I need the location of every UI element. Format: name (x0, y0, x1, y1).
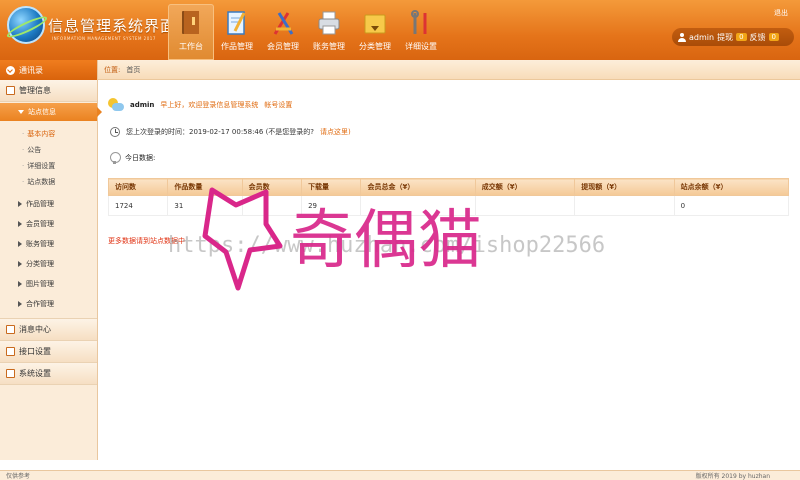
arrow-circle-icon (6, 65, 15, 75)
last-login-text: 您上次登录的时间：2019-02-17 00:58:46 (不是您登录的? (126, 128, 315, 136)
sidebar-leaf-notice[interactable]: 公告 (0, 142, 97, 158)
sidebar-section-messages[interactable]: 消息中心 (0, 319, 97, 341)
sidebar-group-partners[interactable]: 合作管理 (0, 294, 97, 314)
not-me-link[interactable]: 请点这里) (320, 127, 351, 137)
more-data-link[interactable]: 更多数据请到站点数据中 (108, 236, 185, 246)
username[interactable]: admin (689, 33, 714, 42)
footer: 仅供参考 版权所有 2019 by huzhan (0, 470, 800, 480)
column-header: 会员数 (241, 178, 303, 196)
table-cell: 31 (167, 195, 243, 216)
breadcrumb-home[interactable]: 首页 (126, 65, 140, 75)
sidebar-submenu: 站点信息 基本内容 公告 详细设置 站点数据 作品管理 会员管理 账务管理 分类… (0, 103, 102, 319)
logout-link[interactable]: 退出 (774, 8, 788, 18)
footer-left: 仅供参考 (6, 473, 31, 480)
withdraw-count-badge: 0 (736, 33, 747, 41)
table-cell (574, 195, 675, 216)
sidebar-group-works[interactable]: 作品管理 (0, 194, 97, 214)
sidebar-leaf-detail[interactable]: 详细设置 (0, 158, 97, 174)
column-header: 站点余额（¥） (673, 178, 790, 196)
sidebar-section-manage-info[interactable]: 管理信息 (0, 80, 97, 102)
today-data-row: 今日数据: (110, 152, 155, 164)
caret-right-icon (18, 241, 22, 247)
printer-icon (318, 11, 340, 35)
table-row: 1724 31 29 0 (107, 195, 790, 216)
sidebar-group-images[interactable]: 图片管理 (0, 274, 97, 294)
welcome-row: admin 早上好，欢迎登录信息管理系统 帐号设置 (108, 98, 292, 112)
sidebar: 通讯录 管理信息 站点信息 基本内容 公告 详细设置 站点数据 作品管理 会员管… (0, 60, 102, 460)
table-cell: 1724 (107, 195, 169, 216)
table-cell (360, 195, 476, 216)
table-cell (241, 195, 303, 216)
today-data-label: 今日数据: (125, 154, 156, 162)
sidebar-group-finance[interactable]: 账务管理 (0, 234, 97, 254)
table-cell (474, 195, 576, 216)
sidebar-contacts[interactable]: 通讯录 (0, 60, 97, 80)
column-header: 下载量 (301, 178, 362, 196)
table-cell: 29 (301, 195, 362, 216)
globe-logo-icon (4, 6, 50, 44)
last-login-row: 您上次登录的时间：2019-02-17 00:58:46 (不是您登录的? 请点… (110, 127, 351, 137)
edit-icon (6, 347, 15, 356)
caret-right-icon (18, 201, 22, 207)
column-header: 访问数 (107, 178, 169, 196)
nav-settings[interactable]: 详细设置 (398, 4, 444, 60)
column-header: 会员总金（¥） (360, 178, 476, 196)
footer-right: 版权所有 2019 by huzhan (695, 473, 770, 480)
caret-right-icon (18, 301, 22, 307)
message-icon (6, 325, 15, 334)
app-title: 信息管理系统界面 (48, 17, 177, 35)
user-bar: admin 提现 0 反馈 0 (672, 28, 794, 46)
settings-icon (6, 369, 15, 378)
app-subtitle: INFORMATION MANAGEMENT SYSTEM 2017 (52, 36, 156, 41)
feedback-link[interactable]: 反馈 (750, 32, 766, 43)
caret-right-icon (18, 261, 22, 267)
welcome-username: admin (130, 101, 155, 109)
sidebar-section-api[interactable]: 接口设置 (0, 341, 97, 363)
nav-category[interactable]: 分类管理 (352, 4, 398, 60)
folder-download-icon (364, 14, 386, 34)
sidebar-leaf-site-data[interactable]: 站点数据 (0, 174, 97, 190)
main-nav: 工作台 作品管理 会员管理 账务管理 分类管理 详细设置 (168, 4, 444, 60)
sidebar-leaf-basic[interactable]: 基本内容 (0, 126, 97, 142)
welcome-message: 早上好，欢迎登录信息管理系统 (160, 101, 259, 109)
nav-works[interactable]: 作品管理 (214, 4, 260, 60)
table-cell: 0 (673, 195, 790, 216)
sidebar-section-system[interactable]: 系统设置 (0, 363, 97, 385)
column-header: 成交额（¥） (474, 178, 576, 196)
feedback-count-badge: 0 (768, 33, 780, 41)
nav-members[interactable]: 会员管理 (260, 4, 306, 60)
book-icon (182, 11, 199, 34)
sidebar-item-site-info[interactable]: 站点信息 (0, 103, 102, 121)
column-header: 提现额（¥） (574, 178, 675, 196)
withdraw-link[interactable]: 提现 (717, 32, 733, 43)
weather-icon (108, 98, 124, 112)
watermark-url: https://www.huzhan.com/ishop22566 (168, 233, 605, 258)
caret-right-icon (18, 281, 22, 287)
breadcrumb: 位置: 首页 (98, 60, 800, 80)
sidebar-group-members[interactable]: 会员管理 (0, 214, 97, 234)
caret-down-icon (18, 110, 24, 114)
column-header: 作品数量 (167, 178, 243, 196)
breadcrumb-label: 位置: (104, 65, 121, 74)
user-icon (678, 32, 686, 42)
table-header-row: 访问数 作品数量 会员数 下载量 会员总金（¥） 成交额（¥） 提现额（¥） 站… (107, 178, 790, 196)
top-header: 信息管理系统界面 INFORMATION MANAGEMENT SYSTEM 2… (0, 0, 800, 60)
nav-workbench[interactable]: 工作台 (168, 4, 214, 60)
pencil-ruler-icon (273, 12, 294, 35)
lightbulb-icon (110, 152, 121, 164)
nav-finance[interactable]: 账务管理 (306, 4, 352, 60)
document-icon (6, 86, 15, 95)
caret-right-icon (18, 221, 22, 227)
clock-icon (110, 127, 120, 137)
stats-table: 访问数 作品数量 会员数 下载量 会员总金（¥） 成交额（¥） 提现额（¥） 站… (107, 178, 790, 216)
notebook-pen-icon (227, 11, 246, 35)
sidebar-group-category[interactable]: 分类管理 (0, 254, 97, 274)
account-settings-link[interactable]: 帐号设置 (264, 100, 292, 110)
tools-icon (411, 10, 427, 34)
